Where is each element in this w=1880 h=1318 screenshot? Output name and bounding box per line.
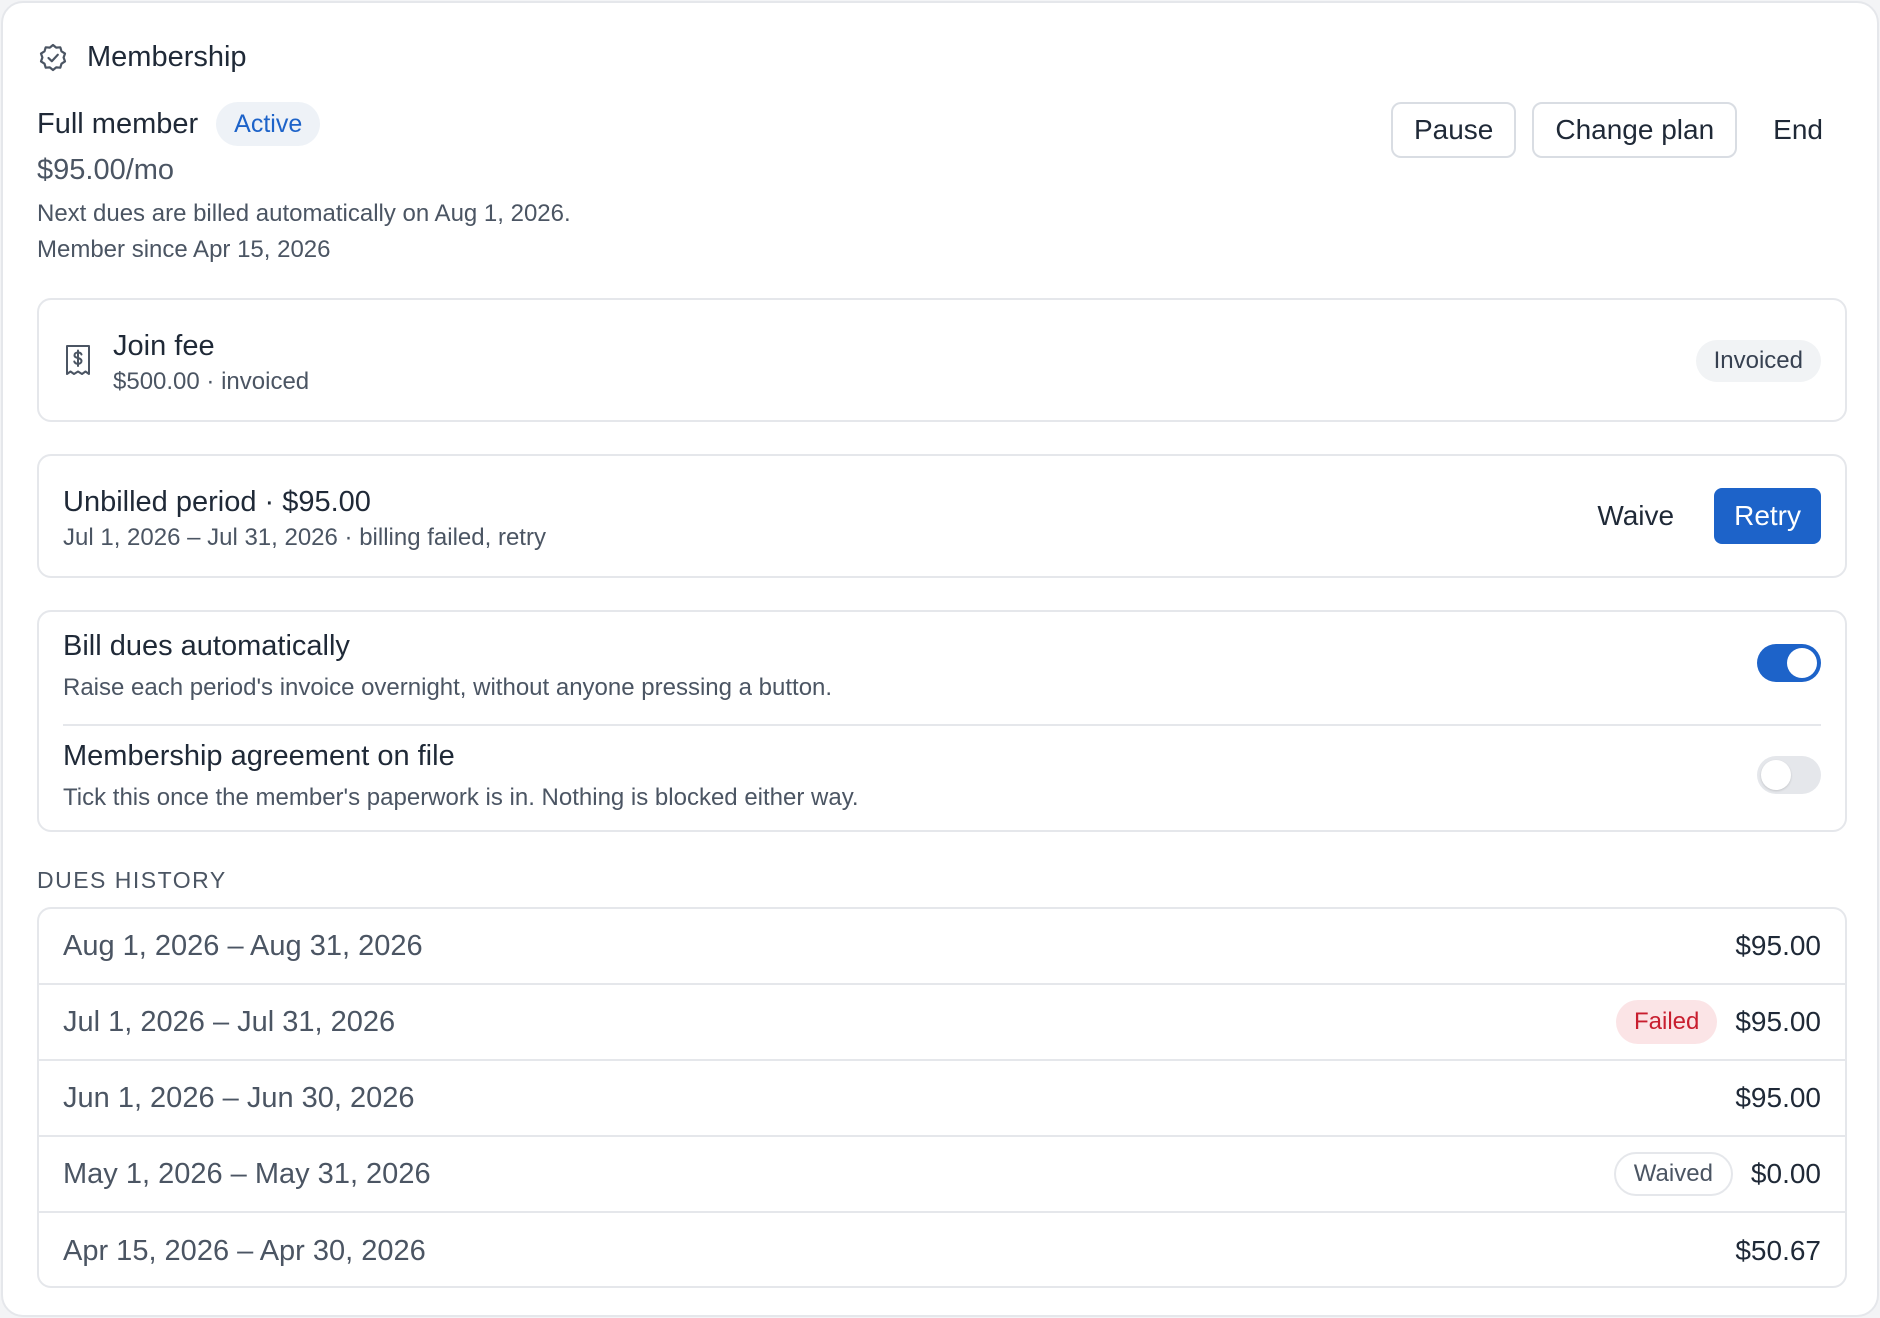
history-row: Aug 1, 2026 – Aug 31, 2026 $95.00	[39, 909, 1845, 985]
history-period: Aug 1, 2026 – Aug 31, 2026	[63, 929, 423, 962]
toggle-knob	[1787, 648, 1817, 678]
next-billing-text: Next dues are billed automatically on Au…	[37, 200, 571, 227]
agreement-toggle[interactable]	[1757, 756, 1821, 794]
failed-badge: Failed	[1615, 1000, 1718, 1044]
membership-header: Membership	[37, 41, 247, 74]
history-period: Jun 1, 2026 – Jun 30, 2026	[63, 1081, 415, 1114]
unbilled-subtitle: Jul 1, 2026 – Jul 31, 2026 · billing fai…	[63, 524, 546, 551]
status-badge: Active	[216, 102, 321, 146]
auto-billing-toggle[interactable]	[1757, 644, 1821, 682]
member-since-text: Member since Apr 15, 2026	[37, 236, 331, 263]
history-amount: $95.00	[1735, 1082, 1821, 1113]
invoiced-badge: Invoiced	[1695, 340, 1821, 382]
unbilled-title: Unbilled period · $95.00	[63, 486, 371, 518]
setting-description: Raise each period's invoice overnight, w…	[63, 674, 833, 701]
waived-badge: Waived	[1613, 1152, 1733, 1196]
unbilled-period-card: Unbilled period · $95.00 Jul 1, 2026 – J…	[37, 454, 1847, 578]
setting-auto-billing: Bill dues automatically Raise each perio…	[63, 622, 1821, 726]
setting-agreement-on-file: Membership agreement on file Tick this o…	[63, 728, 1821, 832]
history-row: Apr 15, 2026 – Apr 30, 2026 $50.67	[39, 1213, 1845, 1286]
history-amount: $95.00	[1735, 930, 1821, 961]
pause-button[interactable]: Pause	[1390, 102, 1517, 158]
dues-history-label: DUES HISTORY	[37, 867, 227, 893]
history-row: May 1, 2026 – May 31, 2026 Waived $0.00	[39, 1137, 1845, 1213]
end-button[interactable]: End	[1753, 102, 1843, 158]
setting-title: Bill dues automatically	[63, 630, 350, 662]
unbilled-actions: Waive Retry	[1577, 488, 1821, 544]
history-period: Apr 15, 2026 – Apr 30, 2026	[63, 1234, 426, 1267]
history-amount: $50.67	[1735, 1235, 1821, 1266]
receipt-dollar-icon	[65, 344, 91, 376]
dues-history-list: Aug 1, 2026 – Aug 31, 2026 $95.00 Jul 1,…	[37, 907, 1847, 1288]
setting-description: Tick this once the member's paperwork is…	[63, 784, 859, 811]
history-amount: $95.00	[1735, 1006, 1821, 1037]
membership-card: Membership Full member Active $95.00/mo …	[1, 1, 1879, 1317]
setting-title: Membership agreement on file	[63, 740, 455, 772]
retry-button[interactable]: Retry	[1714, 488, 1821, 544]
plan-name: Full member	[37, 107, 199, 140]
history-row: Jun 1, 2026 – Jun 30, 2026 $95.00	[39, 1061, 1845, 1137]
toggle-knob	[1761, 760, 1791, 790]
badge-check-icon	[37, 42, 69, 74]
plan-price: $95.00/mo	[37, 154, 175, 186]
history-amount: $0.00	[1750, 1158, 1821, 1189]
history-period: May 1, 2026 – May 31, 2026	[63, 1157, 431, 1190]
join-fee-subtitle: $500.00 · invoiced	[113, 368, 310, 395]
change-plan-button[interactable]: Change plan	[1532, 102, 1738, 158]
membership-actions: Pause Change plan End	[1390, 102, 1843, 158]
join-fee-title: Join fee	[113, 330, 215, 362]
section-title: Membership	[87, 41, 247, 73]
settings-card: Bill dues automatically Raise each perio…	[37, 610, 1847, 832]
history-period: Jul 1, 2026 – Jul 31, 2026	[63, 1005, 396, 1038]
join-fee-card: Join fee $500.00 · invoiced Invoiced	[37, 298, 1847, 422]
history-row: Jul 1, 2026 – Jul 31, 2026 Failed $95.00	[39, 985, 1845, 1061]
waive-button[interactable]: Waive	[1577, 488, 1694, 544]
plan-row: Full member Active	[37, 102, 321, 146]
